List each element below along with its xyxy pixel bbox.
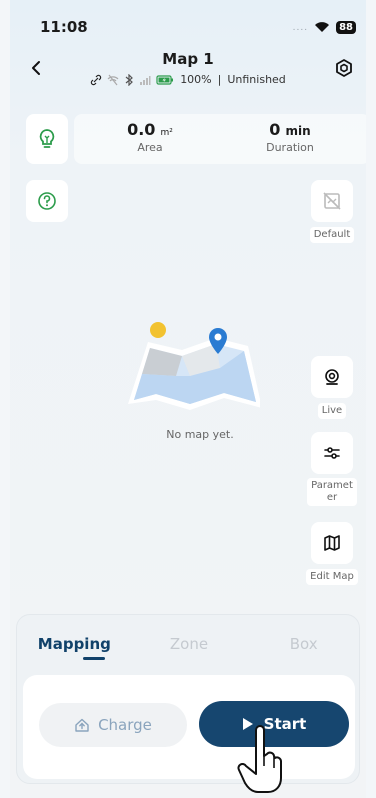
default-view-button[interactable] — [311, 180, 353, 222]
mapping-state: Unfinished — [227, 73, 286, 86]
page-title: Map 1 — [162, 50, 214, 68]
wifi-icon — [314, 18, 330, 37]
status-bar: 11:08 .... 88 — [10, 0, 366, 46]
area-unit: m² — [160, 128, 173, 138]
live-tool[interactable]: Live — [304, 356, 360, 419]
tips-button[interactable] — [26, 114, 68, 164]
battery-icon: 88 — [336, 21, 356, 34]
battery-charging-icon — [156, 74, 174, 85]
action-area: Charge Start — [23, 675, 355, 779]
edit-map-button[interactable] — [311, 522, 353, 564]
header: Map 1 100% | Unfinished — [10, 46, 366, 94]
tab-box[interactable]: Box — [246, 635, 361, 653]
camera-icon — [325, 369, 339, 385]
edit-map-label: Edit Map — [306, 569, 358, 585]
status-time: 11:08 — [40, 18, 88, 36]
map-off-icon — [323, 192, 341, 210]
sliders-icon — [324, 447, 340, 459]
link-icon — [91, 74, 102, 85]
charge-button[interactable]: Charge — [39, 703, 187, 747]
cellular-icon — [140, 75, 151, 85]
connectivity-icons — [90, 73, 174, 86]
folded-map-icon — [324, 535, 340, 551]
help-button[interactable] — [26, 180, 68, 222]
tab-zone[interactable]: Zone — [132, 635, 247, 653]
home-charge-icon — [75, 718, 89, 732]
live-label: Live — [317, 403, 347, 419]
lightbulb-icon — [39, 129, 55, 148]
wifi-off-icon — [107, 74, 119, 85]
duration-unit: min — [285, 124, 311, 138]
duration-label: Duration — [266, 141, 314, 154]
stats-card: 0.0 m² Area 0 min Duration — [74, 114, 366, 164]
duration-stat: 0 min Duration — [230, 120, 350, 154]
battery-percent: 100% — [180, 73, 212, 86]
parameter-label: Paramet er — [307, 478, 357, 506]
default-view-tool[interactable]: Default — [304, 180, 360, 243]
tab-mapping[interactable]: Mapping — [17, 635, 132, 653]
area-label: Area — [137, 141, 163, 154]
area-value: 0.0 — [127, 120, 156, 139]
empty-map-text: No map yet. — [166, 428, 234, 441]
hand-pointer-icon — [236, 724, 286, 796]
duration-value: 0 — [269, 120, 281, 139]
app-screen: 11:08 .... 88 Map 1 100% | Unfinished 0.… — [10, 0, 366, 798]
edit-map-tool[interactable]: Edit Map — [304, 522, 360, 585]
signal-icon: .... — [292, 22, 309, 33]
parameter-label-line2: er — [326, 492, 338, 503]
charge-label: Charge — [98, 716, 152, 734]
empty-map-placeholder: No map yet. — [120, 318, 262, 441]
parameter-button[interactable] — [311, 432, 353, 474]
device-status-line: 100% | Unfinished — [10, 73, 366, 86]
hexagon-settings-icon — [336, 59, 352, 77]
bluetooth-icon — [125, 73, 134, 86]
default-view-label: Default — [309, 227, 355, 243]
mode-tabs: Mapping Zone Box — [17, 635, 361, 653]
map-illustration-icon — [128, 322, 262, 410]
status-right: .... 88 — [293, 18, 356, 37]
active-tab-indicator — [83, 657, 105, 660]
area-stat: 0.0 m² Area — [90, 120, 210, 154]
separator: | — [217, 73, 222, 86]
mode-panel: Mapping Zone Box Charge Start — [16, 614, 360, 784]
parameter-label-line1: Paramet — [311, 480, 353, 491]
live-button[interactable] — [311, 356, 353, 398]
parameter-tool[interactable]: Paramet er — [304, 432, 360, 506]
question-icon — [38, 192, 56, 210]
settings-button[interactable] — [332, 56, 356, 80]
